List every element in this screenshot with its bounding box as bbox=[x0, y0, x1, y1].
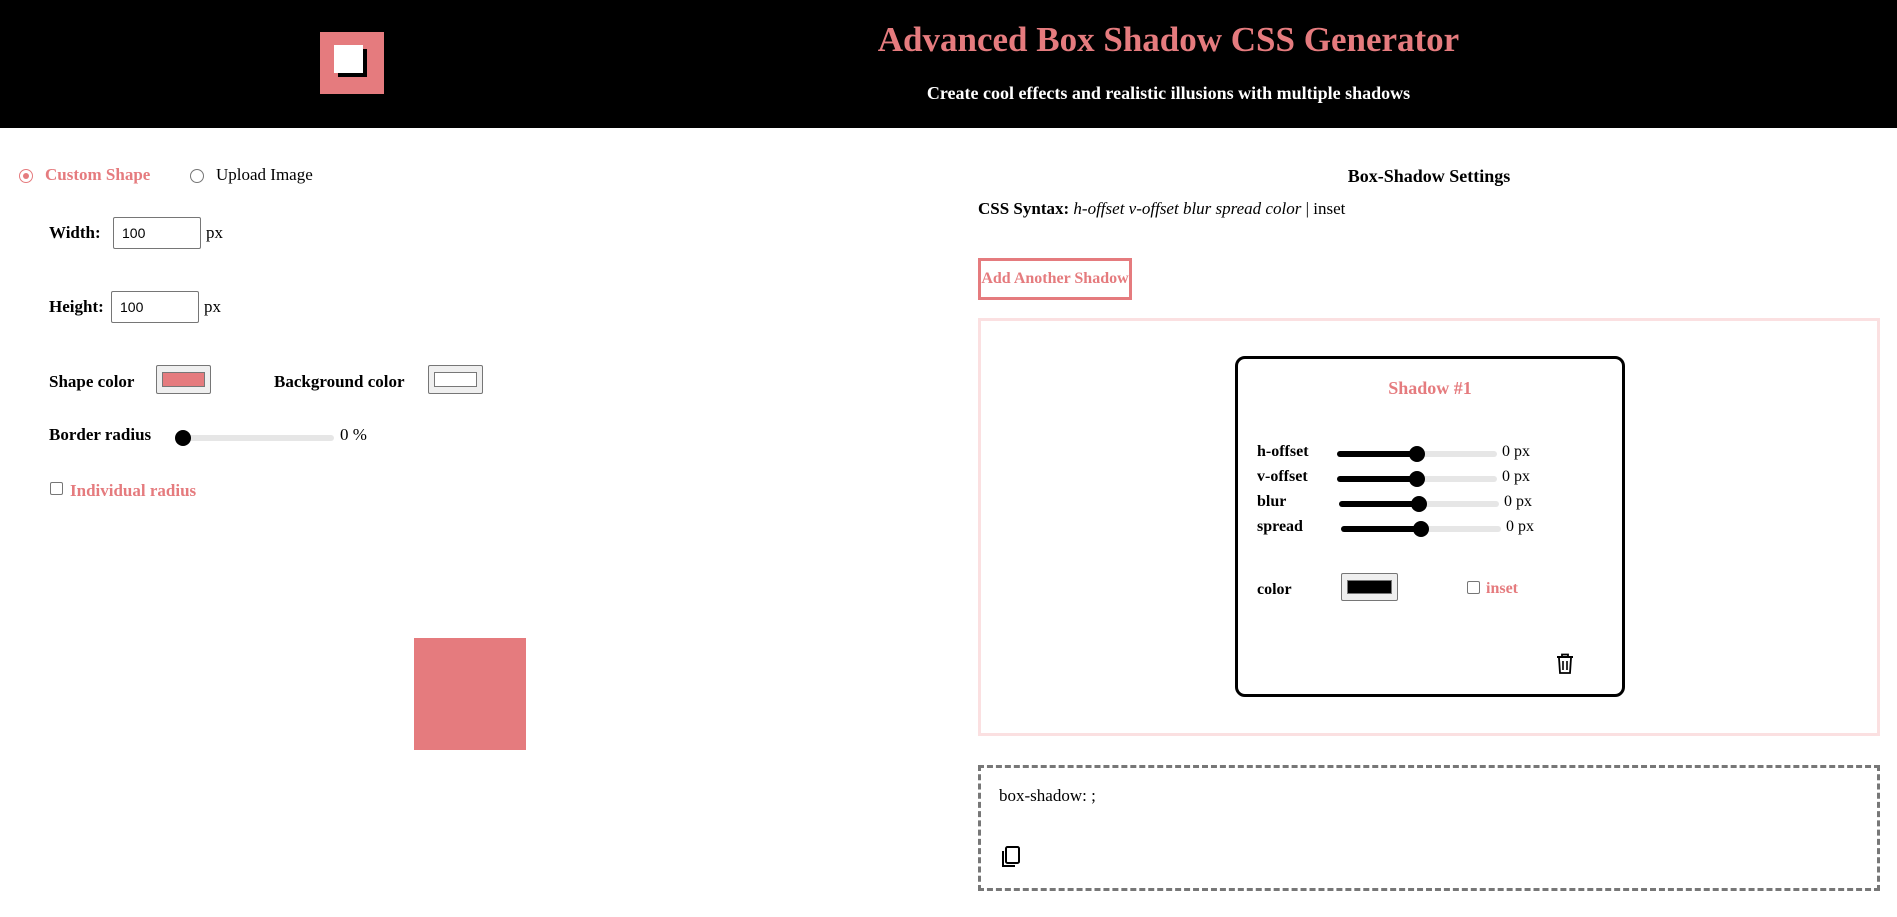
width-label: Width: bbox=[49, 223, 101, 242]
shadow-color-label: color bbox=[1257, 581, 1292, 598]
shape-color-picker[interactable] bbox=[156, 365, 211, 394]
shape-color-label: Shape color bbox=[49, 372, 135, 391]
trash-icon[interactable] bbox=[1555, 653, 1575, 675]
h-offset-slider-thumb[interactable] bbox=[1409, 446, 1425, 462]
background-color-label: Background color bbox=[274, 372, 405, 391]
blur-value: 0 px bbox=[1504, 493, 1532, 510]
page-title: Advanced Box Shadow CSS Generator bbox=[877, 20, 1460, 59]
h-offset-slider-fill bbox=[1337, 451, 1417, 457]
border-radius-slider-thumb[interactable] bbox=[175, 430, 191, 446]
border-radius-value: 0 % bbox=[340, 425, 367, 444]
spread-label: spread bbox=[1257, 518, 1303, 535]
css-syntax-value: h-offset v-offset blur spread color bbox=[1073, 199, 1302, 218]
inset-checkbox[interactable] bbox=[1467, 581, 1480, 594]
upload-image-radio[interactable] bbox=[190, 169, 204, 183]
v-offset-label: v-offset bbox=[1257, 468, 1308, 485]
spread-value: 0 px bbox=[1506, 518, 1534, 535]
add-shadow-button[interactable]: Add Another Shadow bbox=[978, 258, 1132, 300]
spread-slider-thumb[interactable] bbox=[1413, 521, 1429, 537]
css-output-box bbox=[978, 765, 1880, 891]
shape-preview bbox=[414, 638, 526, 750]
border-radius-slider[interactable] bbox=[176, 435, 334, 441]
border-radius-label: Border radius bbox=[49, 425, 152, 444]
v-offset-slider-thumb[interactable] bbox=[1409, 471, 1425, 487]
height-input[interactable]: 100 bbox=[111, 291, 199, 323]
settings-title: Box-Shadow Settings bbox=[1347, 166, 1511, 186]
width-input[interactable]: 100 bbox=[113, 217, 201, 249]
blur-slider-fill bbox=[1339, 501, 1419, 507]
h-offset-value: 0 px bbox=[1502, 443, 1530, 460]
copy-icon[interactable] bbox=[1000, 845, 1022, 869]
height-label: Height: bbox=[49, 297, 104, 316]
upload-image-label[interactable]: Upload Image bbox=[216, 165, 313, 185]
custom-shape-radio[interactable] bbox=[19, 169, 33, 183]
width-unit: px bbox=[206, 223, 223, 242]
individual-radius-label[interactable]: Individual radius bbox=[70, 481, 196, 501]
individual-radius-checkbox[interactable] bbox=[50, 482, 63, 495]
css-output-code: box-shadow: ; bbox=[999, 786, 1096, 805]
inset-label[interactable]: inset bbox=[1486, 580, 1518, 598]
shadow-color-picker[interactable] bbox=[1341, 573, 1398, 601]
v-offset-value: 0 px bbox=[1502, 468, 1530, 485]
blur-slider-thumb[interactable] bbox=[1411, 496, 1427, 512]
h-offset-label: h-offset bbox=[1257, 443, 1309, 460]
height-unit: px bbox=[204, 297, 221, 316]
css-syntax: CSS Syntax: h-offset v-offset blur sprea… bbox=[978, 199, 1345, 219]
v-offset-slider-fill bbox=[1337, 476, 1417, 482]
blur-label: blur bbox=[1257, 493, 1287, 510]
shadow-card-title: Shadow #1 bbox=[1388, 378, 1472, 398]
spread-slider-fill bbox=[1341, 526, 1421, 532]
page-subtitle: Create cool effects and realistic illusi… bbox=[926, 83, 1411, 103]
css-syntax-sep: | bbox=[1305, 199, 1309, 218]
css-syntax-label: CSS Syntax: bbox=[978, 199, 1070, 218]
custom-shape-label[interactable]: Custom Shape bbox=[45, 165, 150, 185]
css-syntax-inset: inset bbox=[1313, 199, 1346, 218]
box-shadow-logo-icon bbox=[320, 32, 384, 94]
background-color-picker[interactable] bbox=[428, 365, 483, 394]
